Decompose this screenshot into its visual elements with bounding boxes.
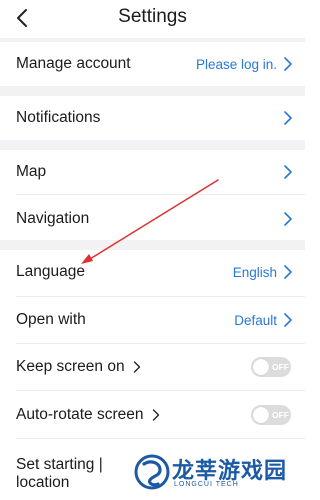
login-status-value[interactable]: Please log in. (196, 57, 277, 72)
chevron-right-icon (284, 165, 292, 179)
page-title: Settings (118, 6, 187, 27)
auto-rotate-row[interactable]: Auto-rotate screen OFF (0, 391, 305, 438)
section-gap (0, 240, 305, 250)
toggle-state-text: OFF (272, 410, 289, 420)
chevron-right-icon (284, 212, 292, 226)
chevron-right-icon (284, 111, 292, 125)
manage-account-label: Manage account (16, 55, 131, 72)
set-starting-location-line2: location (16, 474, 70, 491)
chevron-right-icon (133, 361, 140, 373)
header: Settings (0, 0, 305, 38)
language-label: Language (16, 263, 85, 280)
toggle-knob (253, 407, 269, 423)
chevron-right-icon (152, 409, 159, 421)
notifications-label: Notifications (16, 109, 101, 126)
language-value[interactable]: English (233, 265, 277, 280)
keep-screen-on-label: Keep screen on (16, 358, 125, 375)
map-label: Map (16, 163, 47, 180)
set-starting-location-line1: Set starting | (16, 456, 103, 473)
manage-account-row[interactable]: Manage account Please log in. (0, 42, 305, 86)
watermark-logo-icon (134, 454, 170, 490)
auto-rotate-toggle[interactable]: OFF (251, 405, 291, 425)
auto-rotate-label-wrap: Auto-rotate screen (16, 406, 160, 424)
watermark: 龙莘游戏园 LONGCUI TECH (128, 450, 298, 500)
watermark-subtext: LONGCUI TECH (174, 481, 239, 488)
section-gap (0, 86, 305, 96)
section-gap (0, 140, 305, 150)
auto-rotate-label: Auto-rotate screen (16, 406, 144, 423)
keep-screen-on-label-wrap: Keep screen on (16, 358, 141, 376)
notifications-row[interactable]: Notifications (0, 96, 305, 140)
language-row[interactable]: Language English (0, 250, 305, 296)
toggle-knob (253, 359, 269, 375)
open-with-row[interactable]: Open with Default (0, 297, 305, 343)
keep-screen-on-row[interactable]: Keep screen on OFF (0, 344, 305, 390)
open-with-label: Open with (16, 311, 86, 328)
keep-screen-on-toggle[interactable]: OFF (251, 357, 291, 377)
map-row[interactable]: Map (0, 150, 305, 194)
toggle-state-text: OFF (272, 362, 289, 372)
chevron-right-icon (284, 57, 292, 71)
navigation-row[interactable]: Navigation (0, 195, 305, 240)
chevron-right-icon (284, 265, 292, 279)
open-with-value[interactable]: Default (234, 313, 277, 328)
chevron-right-icon (284, 313, 292, 327)
navigation-label: Navigation (16, 210, 90, 227)
